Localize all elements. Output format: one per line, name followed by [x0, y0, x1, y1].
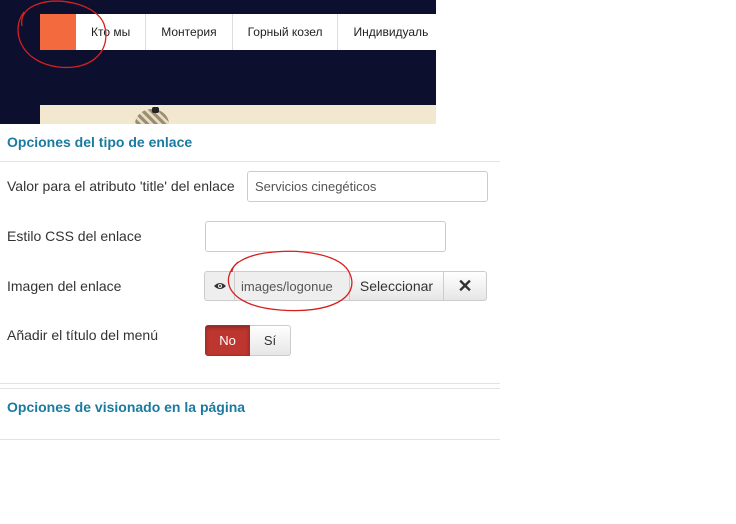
image-path-field[interactable]: images/logonue [234, 271, 350, 301]
divider [0, 439, 500, 440]
select-image-button[interactable]: Seleccionar [350, 271, 444, 301]
media-field: images/logonue Seleccionar ✕ [204, 271, 487, 301]
add-menu-title-toggle: No Sí [205, 325, 291, 356]
section-title-display-options: Opciones de visionado en la página [7, 399, 246, 415]
css-style-label: Estilo CSS del enlace [7, 228, 142, 244]
toggle-no-button[interactable]: No [205, 325, 250, 356]
close-icon[interactable]: ✕ [444, 271, 487, 301]
divider [0, 383, 500, 384]
site-preview: Кто мы Монтерия Горный козел Индивидуаль [0, 0, 436, 124]
section-title-link-type: Opciones del tipo de enlace [7, 134, 193, 150]
nav-item-who-we-are[interactable]: Кто мы [76, 14, 147, 50]
site-logo[interactable] [40, 14, 76, 50]
nav-item-individual[interactable]: Индивидуаль [338, 14, 436, 50]
add-menu-title-label: Añadir el título del menú [7, 327, 158, 343]
divider [0, 161, 500, 162]
nav-item-mountain-goat[interactable]: Горный козел [233, 14, 339, 50]
link-image-label: Imagen del enlace [7, 278, 122, 294]
site-banner-image [40, 105, 436, 124]
title-attr-label: Valor para el atributo 'title' del enlac… [7, 178, 235, 194]
css-style-input[interactable] [205, 221, 446, 252]
site-nav: Кто мы Монтерия Горный козел Индивидуаль [40, 14, 436, 50]
title-attr-input[interactable]: Servicios cinegéticos [247, 171, 488, 202]
eye-icon[interactable] [204, 271, 234, 301]
divider [0, 388, 500, 389]
banner-deco-mark [152, 107, 159, 113]
toggle-yes-button[interactable]: Sí [250, 325, 291, 356]
nav-item-monteria[interactable]: Монтерия [146, 14, 233, 50]
